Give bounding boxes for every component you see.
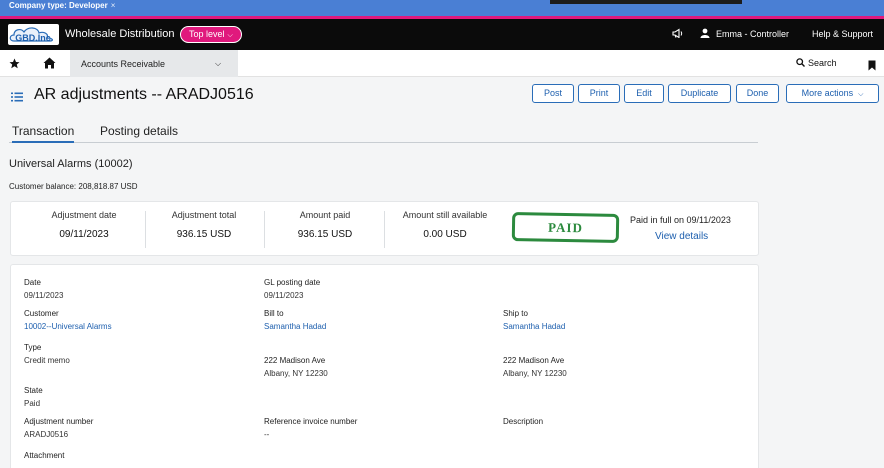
ship-to-field: Ship to Samantha Hadad (503, 309, 565, 331)
customer-name: Universal Alarms (10002) (9, 158, 133, 170)
field-label: Adjustment number (24, 417, 94, 426)
customer-field: Customer 10002--Universal Alarms (24, 309, 112, 331)
field-label: Type (24, 343, 42, 352)
paid-in-full-text: Paid in full on 09/11/2023 (630, 215, 731, 225)
user-menu[interactable]: Emma - Controller (716, 29, 789, 39)
chevron-down-icon: ⌵ (215, 59, 222, 68)
tab-posting-details[interactable]: Posting details (100, 124, 178, 138)
adjustment-date-value: 09/11/2023 (59, 229, 109, 240)
tab-transaction[interactable]: Transaction (12, 124, 75, 143)
field-label: Attachment (24, 451, 65, 460)
field-label: State (24, 386, 43, 395)
module-selector[interactable]: Accounts Receivable ⌵ (70, 50, 238, 77)
star-icon[interactable] (9, 56, 20, 74)
adjustment-date-label: Adjustment date (51, 210, 117, 220)
field-value: Credit memo (24, 356, 70, 365)
search-button[interactable]: Search (796, 58, 837, 68)
details-card: Date 09/11/2023 GL posting date 09/11/20… (10, 264, 759, 468)
amount-available-value: 0.00 USD (423, 229, 467, 240)
field-label: Reference invoice number (264, 417, 358, 426)
field-label: Description (503, 417, 544, 426)
duplicate-button[interactable]: Duplicate (668, 84, 731, 103)
customer-link[interactable]: 10002--Universal Alarms (24, 322, 112, 331)
close-icon[interactable]: × (111, 1, 116, 10)
company-type-text: Company type: Developer (9, 1, 108, 10)
module-nav: Accounts Receivable ⌵ Search (0, 50, 884, 77)
app-header: GBD.Inc Wholesale Distribution Top level… (0, 19, 884, 50)
address-line: 222 Madison Ave (503, 356, 565, 365)
chevron-down-icon: ⌵ (858, 91, 864, 98)
company-type-label: Company type: Developer × (9, 1, 115, 10)
field-value: 09/11/2023 (264, 291, 304, 300)
company-type-strip: Company type: Developer × (0, 0, 884, 16)
gl-posting-date-field: GL posting date 09/11/2023 (264, 278, 320, 300)
field-label: GL posting date (264, 278, 321, 287)
module-label: Accounts Receivable (81, 59, 166, 69)
more-actions-button[interactable]: More actions ⌵ (786, 84, 879, 103)
adjustment-total-block: Adjustment total 936.15 USD (139, 210, 269, 250)
done-button[interactable]: Done (736, 84, 779, 103)
home-icon[interactable] (43, 56, 56, 74)
megaphone-icon[interactable] (672, 28, 683, 40)
overlay-bar (550, 0, 742, 4)
bookmark-icon[interactable] (868, 58, 876, 76)
print-button[interactable]: Print (578, 84, 620, 103)
date-field: Date 09/11/2023 (24, 278, 63, 300)
field-label: Bill to (264, 309, 284, 318)
address-line: Albany, NY 12230 (503, 369, 567, 378)
page-header: AR adjustments -- ARADJ0516 Post Print E… (0, 79, 884, 111)
search-label: Search (808, 58, 837, 68)
type-field: Type Credit memo (24, 343, 70, 365)
field-value: Paid (24, 399, 41, 408)
company-logo[interactable]: GBD.Inc (8, 24, 59, 45)
svg-text:GBD.Inc: GBD.Inc (15, 33, 51, 43)
entity-level-label: Top level (189, 29, 225, 39)
attachment-field: Attachment (24, 451, 64, 460)
view-details-link[interactable]: View details (655, 231, 708, 242)
amount-available-block: Amount still available 0.00 USD (387, 210, 503, 250)
amount-paid-label: Amount paid (299, 210, 351, 220)
adjustment-total-label: Adjustment total (171, 210, 237, 220)
field-label: Customer (24, 309, 59, 318)
reference-invoice-field: Reference invoice number -- (264, 417, 357, 439)
field-value: 09/11/2023 (24, 291, 64, 300)
adjustment-date-block: Adjustment date 09/11/2023 (19, 210, 149, 250)
post-button[interactable]: Post (532, 84, 574, 103)
address-line: Albany, NY 12230 (264, 369, 328, 378)
adjustment-number-field: Adjustment number ARADJ0516 (24, 417, 93, 439)
state-field: State Paid (24, 386, 43, 408)
chevron-down-icon: ⌵ (227, 32, 233, 39)
field-value: -- (264, 430, 270, 439)
divider (384, 211, 385, 248)
field-label: Date (24, 278, 41, 287)
ship-to-contact-link[interactable]: Samantha Hadad (503, 322, 565, 331)
tab-bar: Transaction Posting details (9, 124, 758, 143)
field-value: ARADJ0516 (24, 430, 69, 439)
paid-stamp: PAID (511, 212, 620, 243)
amount-paid-block: Amount paid 936.15 USD (260, 210, 390, 250)
bill-to-field: Bill to Samantha Hadad (264, 309, 326, 331)
help-support-link[interactable]: Help & Support (812, 29, 873, 39)
entity-level-dropdown[interactable]: Top level ⌵ (180, 26, 242, 43)
amount-paid-value: 936.15 USD (297, 229, 353, 240)
amount-available-label: Amount still available (402, 210, 488, 220)
page-title: AR adjustments -- ARADJ0516 (34, 86, 254, 103)
adjustment-total-value: 936.15 USD (176, 229, 232, 240)
list-icon[interactable] (11, 89, 23, 107)
customer-balance: Customer balance: 208,818.87 USD (9, 182, 138, 191)
user-icon (700, 28, 710, 40)
address-line: 222 Madison Ave (264, 356, 326, 365)
edit-button[interactable]: Edit (624, 84, 664, 103)
bill-to-contact-link[interactable]: Samantha Hadad (264, 322, 326, 331)
more-actions-label: More actions (801, 88, 854, 98)
field-label: Ship to (503, 309, 528, 318)
search-icon (796, 58, 805, 67)
description-field: Description (503, 417, 543, 426)
bill-to-address: 222 Madison Ave Albany, NY 12230 (264, 356, 328, 378)
company-name[interactable]: Wholesale Distribution (65, 28, 174, 40)
summary-card: Adjustment date 09/11/2023 Adjustment to… (10, 201, 759, 256)
ship-to-address: 222 Madison Ave Albany, NY 12230 (503, 356, 567, 378)
